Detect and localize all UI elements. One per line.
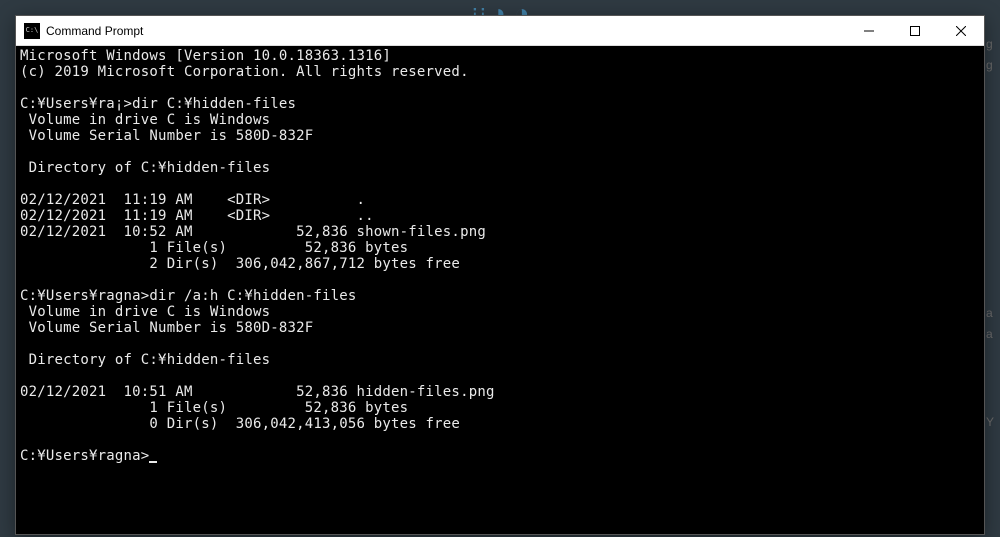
maximize-button[interactable] bbox=[892, 16, 938, 45]
terminal-line: C:¥Users¥ragna>dir /a:h C:¥hidden-files bbox=[20, 288, 980, 304]
close-icon bbox=[956, 26, 966, 36]
terminal-line: Volume in drive C is Windows bbox=[20, 304, 980, 320]
terminal-output[interactable]: Microsoft Windows [Version 10.0.18363.13… bbox=[16, 46, 984, 534]
window-title: Command Prompt bbox=[46, 24, 846, 38]
titlebar[interactable]: C:\ Command Prompt bbox=[16, 16, 984, 46]
terminal-line: 02/12/2021 11:19 AM <DIR> . bbox=[20, 192, 980, 208]
minimize-icon bbox=[864, 26, 874, 36]
close-button[interactable] bbox=[938, 16, 984, 45]
terminal-line: 1 File(s) 52,836 bytes bbox=[20, 400, 980, 416]
terminal-line: C:¥Users¥ra¡>dir C:¥hidden-files bbox=[20, 96, 980, 112]
terminal-line: Volume in drive C is Windows bbox=[20, 112, 980, 128]
terminal-line: 0 Dir(s) 306,042,413,056 bytes free bbox=[20, 416, 980, 432]
terminal-line: Microsoft Windows [Version 10.0.18363.13… bbox=[20, 48, 980, 64]
minimize-button[interactable] bbox=[846, 16, 892, 45]
terminal-line: Volume Serial Number is 580D-832F bbox=[20, 320, 980, 336]
background-side-text: g g a a Y bbox=[986, 35, 1000, 431]
terminal-line: 2 Dir(s) 306,042,867,712 bytes free bbox=[20, 256, 980, 272]
terminal-line: Directory of C:¥hidden-files bbox=[20, 352, 980, 368]
terminal-line bbox=[20, 432, 980, 448]
cursor bbox=[149, 461, 157, 463]
terminal-line: 02/12/2021 11:19 AM <DIR> .. bbox=[20, 208, 980, 224]
terminal-line bbox=[20, 80, 980, 96]
terminal-line: Volume Serial Number is 580D-832F bbox=[20, 128, 980, 144]
terminal-line bbox=[20, 336, 980, 352]
maximize-icon bbox=[910, 26, 920, 36]
terminal-line: C:¥Users¥ragna> bbox=[20, 448, 980, 464]
terminal-line bbox=[20, 272, 980, 288]
terminal-line: (c) 2019 Microsoft Corporation. All righ… bbox=[20, 64, 980, 80]
terminal-line: 02/12/2021 10:51 AM 52,836 hidden-files.… bbox=[20, 384, 980, 400]
window-controls bbox=[846, 16, 984, 45]
terminal-line bbox=[20, 176, 980, 192]
terminal-line bbox=[20, 368, 980, 384]
app-icon: C:\ bbox=[24, 23, 40, 39]
terminal-line: 1 File(s) 52,836 bytes bbox=[20, 240, 980, 256]
terminal-line: 02/12/2021 10:52 AM 52,836 shown-files.p… bbox=[20, 224, 980, 240]
terminal-line bbox=[20, 144, 980, 160]
terminal-line: Directory of C:¥hidden-files bbox=[20, 160, 980, 176]
command-prompt-window: C:\ Command Prompt Microsoft Windows [Ve… bbox=[15, 15, 985, 535]
